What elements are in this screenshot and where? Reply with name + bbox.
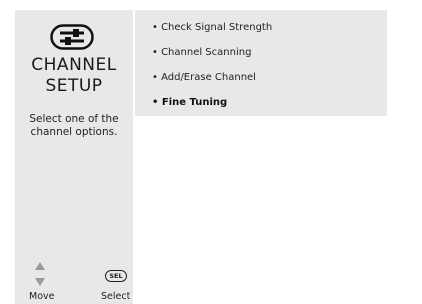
menu-item-add-erase-channel[interactable]: • Add/Erase Channel	[152, 72, 256, 83]
move-hint: Move	[29, 291, 55, 302]
select-hint: Select	[101, 291, 131, 302]
sel-button-icon: SEL	[105, 270, 127, 282]
panel-title: CHANNEL SETUP	[31, 55, 117, 96]
options-menu: • Check Signal Strength • Channel Scanni…	[135, 10, 387, 116]
arrow-down-icon	[35, 278, 45, 286]
menu-item-check-signal-strength[interactable]: • Check Signal Strength	[152, 22, 272, 33]
sidebar: CHANNEL SETUP Select one of the channel …	[15, 10, 133, 304]
menu-item-channel-scanning[interactable]: • Channel Scanning	[152, 47, 251, 58]
arrow-up-icon	[35, 262, 45, 270]
menu-item-fine-tuning[interactable]: • Fine Tuning	[152, 97, 227, 108]
panel-description: Select one of the channel options.	[29, 113, 119, 138]
tools-icon	[50, 24, 94, 50]
